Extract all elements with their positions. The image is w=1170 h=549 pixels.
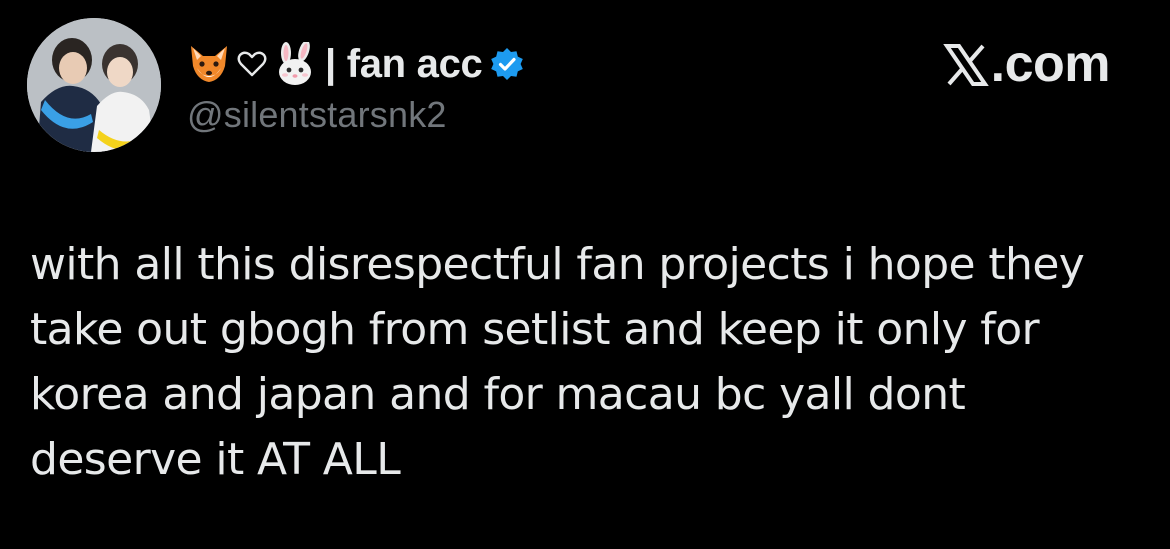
rabbit-icon xyxy=(273,40,317,86)
display-name-row[interactable]: | fan acc xyxy=(187,36,524,92)
tweet-card: | fan acc @silentstarsnk2 .com with all … xyxy=(0,0,1170,549)
x-logo-icon xyxy=(942,41,989,87)
fox-icon xyxy=(187,42,231,86)
watermark-text: .com xyxy=(990,35,1111,93)
verified-badge-icon[interactable] xyxy=(490,47,524,81)
user-handle[interactable]: @silentstarsnk2 xyxy=(187,94,524,136)
x-com-watermark: .com xyxy=(942,34,1111,94)
heart-icon xyxy=(237,49,267,79)
tweet-header: | fan acc @silentstarsnk2 xyxy=(187,36,524,136)
tweet-text: with all this disrespectful fan projects… xyxy=(30,239,1085,485)
display-name[interactable]: | fan acc xyxy=(325,42,483,87)
avatar[interactable] xyxy=(27,18,161,152)
